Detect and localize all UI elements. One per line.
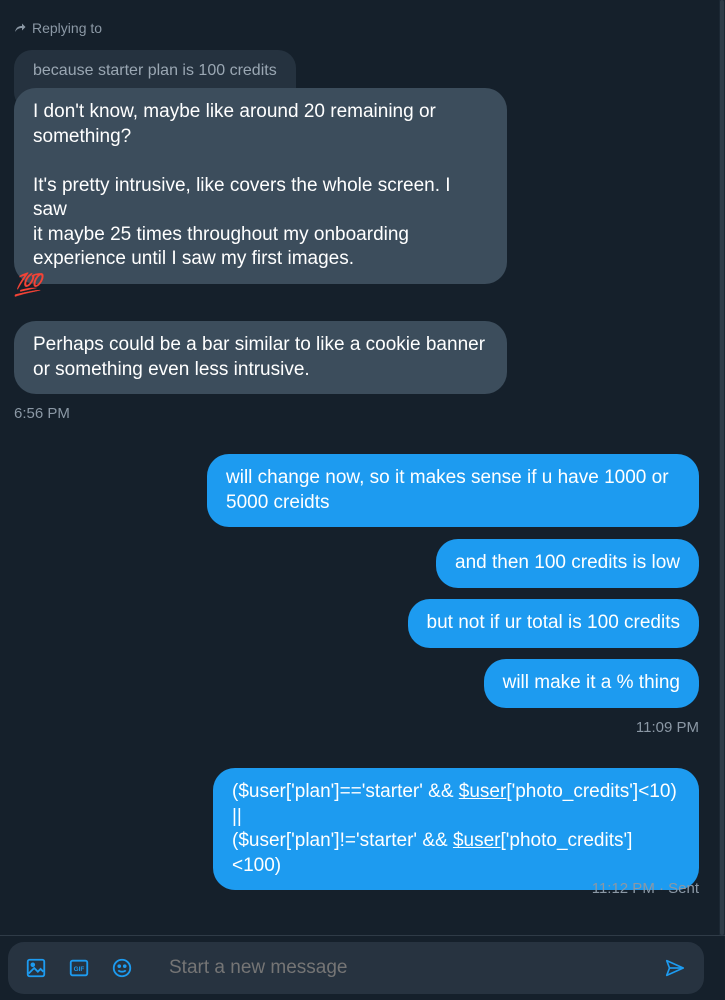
- message-timestamp: 11:09 PM: [635, 719, 699, 736]
- code-text: ($user['plan']=='starter' &&: [232, 781, 459, 802]
- gif-icon: GIF: [69, 959, 89, 977]
- send-icon: [665, 959, 685, 977]
- scrollbar-track[interactable]: [719, 0, 725, 935]
- outgoing-message[interactable]: will change now, so it makes sense if u …: [207, 454, 699, 527]
- message-composer: GIF: [8, 942, 704, 994]
- image-icon: [26, 958, 46, 978]
- emoji-icon: [112, 958, 132, 978]
- svg-text:GIF: GIF: [74, 966, 85, 973]
- emoji-button[interactable]: [107, 953, 137, 983]
- outgoing-code-message[interactable]: ($user['plan']=='starter' && $user['phot…: [213, 768, 699, 890]
- code-text: ['photo_credits']<10): [506, 781, 677, 802]
- message-input[interactable]: [167, 956, 660, 980]
- code-line-3: ($user['plan']!='starter' && $user['phot…: [232, 829, 680, 878]
- incoming-message[interactable]: Perhaps could be a bar similar to like a…: [14, 321, 507, 394]
- hundred-points-text: 💯: [14, 272, 41, 297]
- sent-status-timestamp: 11:12 PM · Sent: [591, 880, 699, 897]
- replying-to-label: Replying to: [32, 20, 103, 36]
- code-line-1: ($user['plan']=='starter' && $user['phot…: [232, 780, 680, 805]
- message-timestamp: 6:56 PM: [14, 405, 70, 422]
- hundred-points-reaction[interactable]: 💯: [14, 268, 56, 306]
- gif-button[interactable]: GIF: [64, 953, 94, 983]
- reply-arrow-icon: [15, 23, 26, 32]
- composer-divider: [0, 935, 725, 936]
- scrollbar-thumb[interactable]: [720, 0, 724, 935]
- outgoing-message[interactable]: but not if ur total is 100 credits: [407, 599, 699, 648]
- code-text: ($user['plan']!='starter' &&: [232, 830, 453, 851]
- outgoing-message[interactable]: will make it a % thing: [483, 659, 699, 708]
- outgoing-message[interactable]: and then 100 credits is low: [436, 539, 699, 588]
- send-button[interactable]: [660, 953, 690, 983]
- code-line-2: ||: [232, 805, 242, 827]
- image-button[interactable]: [21, 953, 51, 983]
- code-link[interactable]: $user: [453, 830, 501, 851]
- incoming-message[interactable]: I don't know, maybe like around 20 remai…: [14, 88, 507, 284]
- code-link[interactable]: $user: [459, 781, 507, 802]
- replying-to-header: Replying to: [14, 20, 102, 36]
- quoted-message-text: because starter plan is 100 credits: [33, 62, 277, 79]
